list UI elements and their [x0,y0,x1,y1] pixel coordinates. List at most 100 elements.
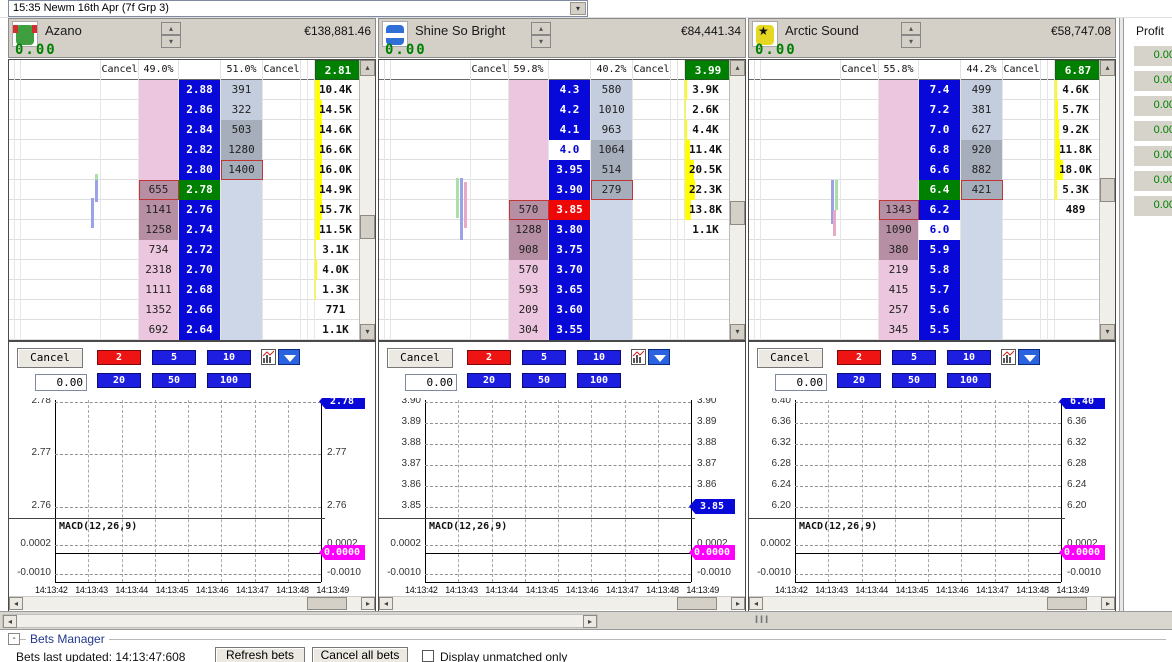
runner-spinner[interactable]: ▴▾ [531,22,551,48]
workspace-hscrollbar[interactable]: ◂ ▸ [2,614,598,628]
hscroll-thumb[interactable] [1047,597,1087,610]
back-amount-cell[interactable]: 593 [509,280,549,300]
spinner-down-icon[interactable]: ▾ [901,35,921,48]
spinner-up-icon[interactable]: ▴ [901,22,921,35]
cancel-back-header[interactable]: Cancel [471,60,509,80]
stake-button-20[interactable]: 20 [837,373,881,388]
price-cell[interactable]: 2.64 [179,320,221,340]
splitter-grip[interactable]: III [755,614,770,626]
back-amount-cell[interactable] [509,120,549,140]
price-cell[interactable]: 5.8 [919,260,961,280]
price-cell[interactable]: 2.86 [179,100,221,120]
price-cell[interactable]: 4.3 [549,80,591,100]
race-selector[interactable]: 15:35 Newm 16th Apr (7f Grp 3) ▾ [8,0,588,17]
price-cell[interactable]: 7.0 [919,120,961,140]
stake-button-100[interactable]: 100 [207,373,251,388]
price-cell[interactable]: 2.66 [179,300,221,320]
price-cell[interactable]: 7.4 [919,80,961,100]
lay-amount-cell[interactable]: 1400 [221,160,263,180]
cancel-button[interactable]: Cancel [387,348,453,368]
back-amount-cell[interactable]: 219 [879,260,919,280]
back-amount-cell[interactable] [139,100,179,120]
chart-scrollbar[interactable]: ◂▸ [379,596,745,610]
lay-amount-cell[interactable] [221,280,263,300]
price-cell[interactable]: 2.70 [179,260,221,280]
scroll-up-icon[interactable]: ▴ [360,60,375,76]
price-cell[interactable]: 3.85 [549,200,591,220]
back-amount-cell[interactable]: 692 [139,320,179,340]
price-cell[interactable]: 3.60 [549,300,591,320]
hscroll-right-icon[interactable]: ▸ [583,615,597,628]
back-amount-cell[interactable]: 380 [879,240,919,260]
back-amount-cell[interactable] [139,140,179,160]
back-amount-cell[interactable] [879,160,919,180]
stake-button-2[interactable]: 2 [837,350,881,365]
lay-amount-cell[interactable]: 381 [961,100,1003,120]
back-amount-cell[interactable]: 1288 [509,220,549,240]
hscroll-left-icon[interactable]: ◂ [3,615,17,628]
chart-dropdown-button[interactable] [1018,349,1040,365]
back-amount-cell[interactable] [879,140,919,160]
lay-amount-cell[interactable]: 503 [221,120,263,140]
price-cell[interactable]: 2.68 [179,280,221,300]
scroll-thumb[interactable] [360,215,375,239]
price-cell[interactable]: 5.9 [919,240,961,260]
price-cell[interactable]: 4.1 [549,120,591,140]
stake-input[interactable] [35,374,87,391]
runner-spinner[interactable]: ▴▾ [161,22,181,48]
lay-amount-cell[interactable] [961,280,1003,300]
back-amount-cell[interactable] [879,180,919,200]
hscroll-left-icon[interactable]: ◂ [379,597,393,610]
cancel-back-header[interactable]: Cancel [841,60,879,80]
back-amount-cell[interactable]: 734 [139,240,179,260]
lay-amount-cell[interactable]: 1280 [221,140,263,160]
price-cell[interactable]: 5.7 [919,280,961,300]
spinner-down-icon[interactable]: ▾ [161,35,181,48]
price-cell[interactable]: 2.82 [179,140,221,160]
chart-dropdown-button[interactable] [648,349,670,365]
back-amount-cell[interactable]: 415 [879,280,919,300]
lay-amount-cell[interactable]: 627 [961,120,1003,140]
ladder-scrollbar[interactable]: ▴▾ [729,60,745,340]
stake-button-100[interactable]: 100 [577,373,621,388]
back-amount-cell[interactable]: 570 [509,200,549,220]
stake-button-20[interactable]: 20 [467,373,511,388]
lay-amount-cell[interactable]: 882 [961,160,1003,180]
display-unmatched-checkbox[interactable] [422,650,434,662]
scroll-up-icon[interactable]: ▴ [1100,60,1115,76]
lay-amount-cell[interactable]: 279 [591,180,633,200]
back-amount-cell[interactable] [879,100,919,120]
back-amount-cell[interactable] [879,120,919,140]
cancel-lay-header[interactable]: Cancel [633,60,671,80]
lay-amount-cell[interactable] [961,240,1003,260]
combo-arrow-icon[interactable]: ▾ [570,2,586,15]
lay-amount-cell[interactable] [961,260,1003,280]
price-cell[interactable]: 3.80 [549,220,591,240]
hscroll-right-icon[interactable]: ▸ [731,597,745,610]
cancel-button[interactable]: Cancel [757,348,823,368]
lay-amount-cell[interactable]: 580 [591,80,633,100]
back-amount-cell[interactable]: 2318 [139,260,179,280]
lay-amount-cell[interactable] [591,200,633,220]
scroll-down-icon[interactable]: ▾ [360,324,375,340]
hscroll-thumb[interactable] [307,597,347,610]
scroll-down-icon[interactable]: ▾ [730,324,745,340]
back-amount-cell[interactable] [509,160,549,180]
price-cell[interactable]: 3.65 [549,280,591,300]
price-cell[interactable]: 6.4 [919,180,961,200]
price-cell[interactable]: 7.2 [919,100,961,120]
lay-amount-cell[interactable] [961,200,1003,220]
price-cell[interactable]: 4.0 [549,140,591,160]
back-amount-cell[interactable]: 304 [509,320,549,340]
chart-icon[interactable] [1001,349,1016,365]
back-amount-cell[interactable]: 1090 [879,220,919,240]
lay-amount-cell[interactable] [591,320,633,340]
lay-amount-cell[interactable] [221,200,263,220]
lay-amount-cell[interactable] [591,260,633,280]
stake-button-5[interactable]: 5 [892,350,936,365]
stake-button-50[interactable]: 50 [152,373,196,388]
scroll-thumb[interactable] [730,201,745,225]
stake-button-100[interactable]: 100 [947,373,991,388]
hscroll-left-icon[interactable]: ◂ [749,597,763,610]
lay-amount-cell[interactable] [221,260,263,280]
